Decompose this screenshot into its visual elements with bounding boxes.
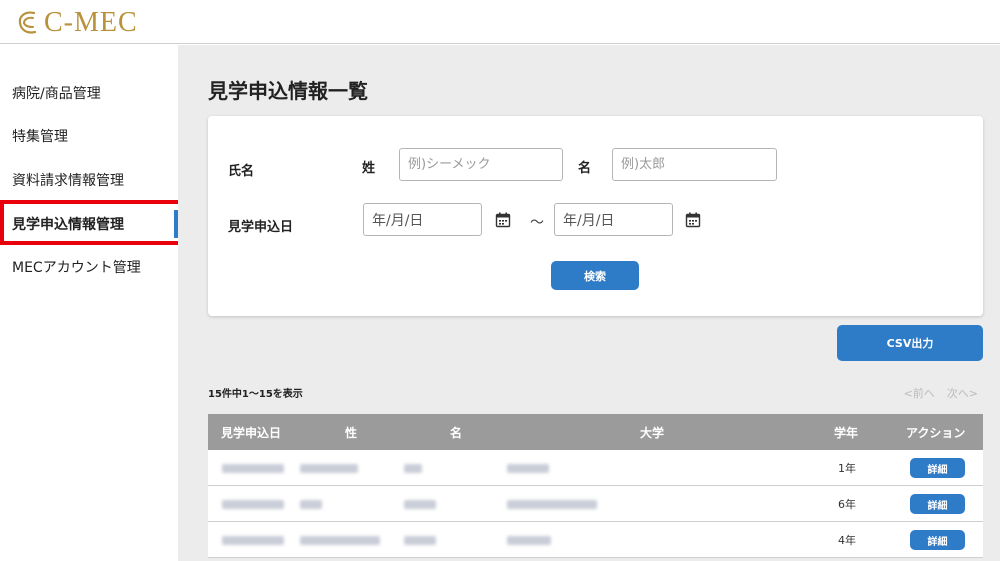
calendar-icon[interactable] bbox=[495, 212, 511, 228]
sidebar-item-hospital-products[interactable]: 病院/商品管理 bbox=[0, 71, 178, 115]
next-page-link[interactable]: 次へ> bbox=[947, 385, 978, 401]
sidebar-item-mec-accounts[interactable]: MECアカウント管理 bbox=[0, 245, 178, 289]
sidebar-item-label: 特集管理 bbox=[12, 129, 68, 145]
search-button[interactable]: 検索 bbox=[551, 261, 639, 290]
app-header: C-MEC bbox=[0, 0, 1000, 44]
last-name-label: 姓 bbox=[362, 161, 376, 176]
table-row: 4年 詳細 bbox=[208, 522, 983, 558]
grade-cell: 4年 bbox=[838, 534, 856, 547]
sidebar-item-label: 病院/商品管理 bbox=[12, 86, 101, 102]
column-header-last-name: 性 bbox=[345, 425, 358, 440]
last-name-cell-redacted bbox=[300, 486, 322, 522]
date-range-separator: ～ bbox=[530, 215, 544, 231]
table-header: 見学申込日 性 名 大学 学年 アクション bbox=[208, 414, 983, 450]
calendar-icon[interactable] bbox=[685, 212, 701, 228]
logo[interactable]: C-MEC bbox=[16, 7, 138, 38]
column-header-action: アクション bbox=[906, 425, 966, 440]
sidebar-item-features[interactable]: 特集管理 bbox=[0, 114, 178, 158]
sidebar-item-label: MECアカウント管理 bbox=[12, 260, 141, 276]
grade-cell: 1年 bbox=[838, 462, 856, 475]
first-name-cell-redacted bbox=[404, 450, 422, 486]
search-panel: 氏名 姓 名 見学申込日 年/月/日 ～ 年/月/日 bbox=[208, 116, 983, 316]
first-name-cell-redacted bbox=[404, 522, 436, 558]
column-header-date: 見学申込日 bbox=[221, 425, 282, 440]
detail-button[interactable]: 詳細 bbox=[910, 494, 965, 514]
detail-button[interactable]: 詳細 bbox=[910, 530, 965, 550]
logo-text: C-MEC bbox=[44, 7, 138, 38]
table-row: 1年 詳細 bbox=[208, 450, 983, 486]
logo-mark-icon bbox=[18, 11, 37, 34]
sidebar-item-document-requests[interactable]: 資料請求情報管理 bbox=[0, 158, 178, 202]
last-name-cell-redacted bbox=[300, 522, 380, 558]
visit-date-label: 見学申込日 bbox=[228, 220, 294, 235]
last-name-input[interactable] bbox=[399, 148, 563, 181]
university-cell-redacted bbox=[507, 486, 597, 522]
date-cell-redacted bbox=[222, 486, 284, 522]
detail-button[interactable]: 詳細 bbox=[910, 458, 965, 478]
prev-page-link[interactable]: <前へ bbox=[904, 385, 935, 401]
sidebar: 病院/商品管理 特集管理 資料請求情報管理 見学申込情報管理 MECアカウント管… bbox=[0, 45, 178, 561]
csv-export-button[interactable]: CSV出力 bbox=[837, 325, 983, 361]
table-row: 6年 詳細 bbox=[208, 486, 983, 522]
date-to-placeholder: 年/月/日 bbox=[563, 212, 615, 229]
university-cell-redacted bbox=[507, 450, 549, 486]
last-name-cell-redacted bbox=[300, 450, 358, 486]
pagination: <前へ 次へ> bbox=[904, 385, 978, 401]
first-name-input[interactable] bbox=[612, 148, 777, 181]
first-name-label: 名 bbox=[578, 161, 592, 176]
applications-table: 見学申込日 性 名 大学 学年 アクション 1年 詳細 6年 詳細 4年 詳細 bbox=[208, 414, 983, 558]
column-header-university: 大学 bbox=[640, 425, 665, 440]
main-content: 見学申込情報一覧 氏名 姓 名 見学申込日 年/月/日 ～ 年/月/日 bbox=[178, 45, 1000, 561]
result-count: 15件中1～15を表示 bbox=[208, 389, 303, 400]
date-cell-redacted bbox=[222, 522, 284, 558]
date-cell-redacted bbox=[222, 450, 284, 486]
column-header-first-name: 名 bbox=[450, 425, 463, 440]
date-from-input[interactable]: 年/月/日 bbox=[363, 203, 482, 236]
sidebar-item-label: 資料請求情報管理 bbox=[12, 173, 124, 189]
university-cell-redacted bbox=[507, 522, 551, 558]
name-label: 氏名 bbox=[228, 164, 255, 179]
sidebar-item-visit-applications[interactable]: 見学申込情報管理 bbox=[0, 202, 178, 246]
sidebar-item-label: 見学申込情報管理 bbox=[12, 217, 124, 233]
date-to-input[interactable]: 年/月/日 bbox=[554, 203, 673, 236]
first-name-cell-redacted bbox=[404, 486, 436, 522]
date-from-placeholder: 年/月/日 bbox=[372, 212, 424, 229]
grade-cell: 6年 bbox=[838, 498, 856, 511]
page-title: 見学申込情報一覧 bbox=[208, 79, 368, 103]
column-header-grade: 学年 bbox=[834, 425, 859, 440]
